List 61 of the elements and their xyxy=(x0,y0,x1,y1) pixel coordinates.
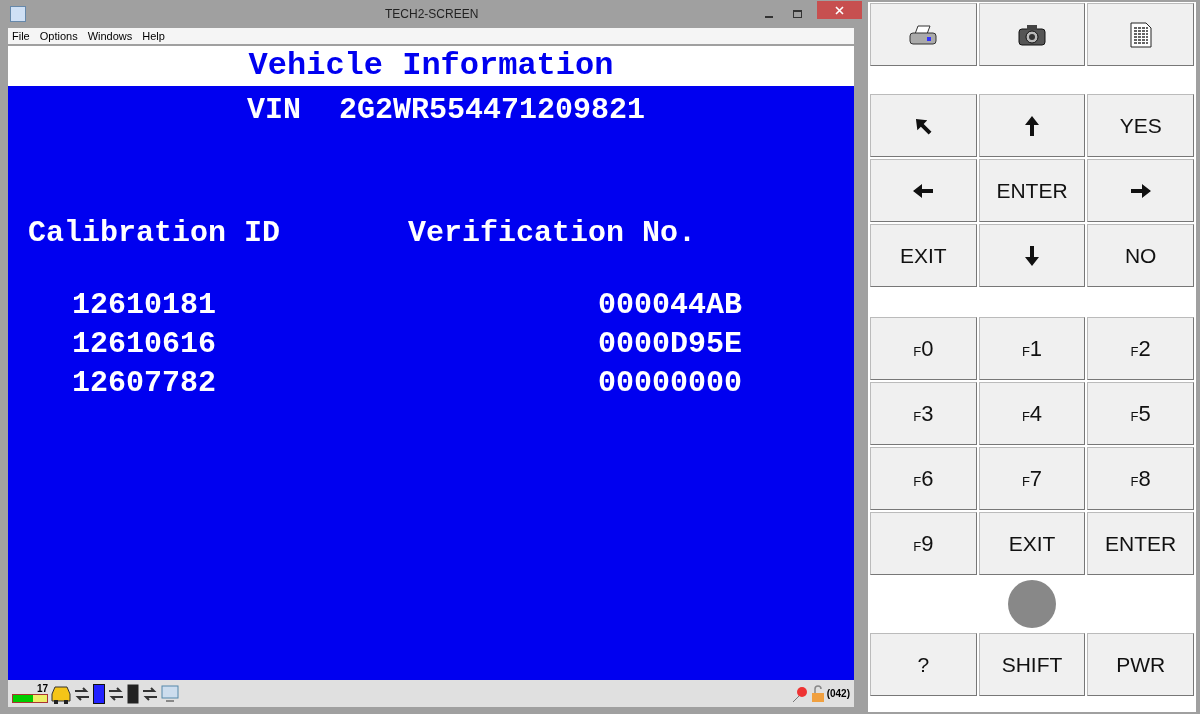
vin-label: VIN xyxy=(246,92,301,129)
keypad-key[interactable]: NO xyxy=(1087,224,1194,287)
menu-item[interactable]: Windows xyxy=(87,27,133,45)
link-arrows-icon xyxy=(74,685,90,702)
keypad-key[interactable]: F9 xyxy=(870,512,977,575)
keypad-key[interactable]: ENTER xyxy=(1087,512,1194,575)
keypad-key[interactable]: ENTER xyxy=(978,159,1086,222)
printer-button[interactable] xyxy=(870,3,977,66)
pushpin-icon xyxy=(790,684,809,703)
keypad-key[interactable]: F6 xyxy=(870,447,977,510)
column-header: Verification No. xyxy=(408,215,697,252)
keypad-key[interactable]: F2 xyxy=(1087,317,1194,380)
arrow-button[interactable] xyxy=(978,94,1086,157)
close-icon xyxy=(835,5,844,15)
keypad-key[interactable]: EXIT xyxy=(978,512,1086,575)
counter-text: (042) xyxy=(826,687,850,701)
keypad-key[interactable]: EXIT xyxy=(870,224,977,287)
calibration-id: 12610616 xyxy=(72,326,218,363)
keypad-key[interactable]: F3 xyxy=(870,382,977,445)
printer-icon xyxy=(909,23,938,46)
menu-item[interactable]: File xyxy=(12,27,30,45)
window-title: TECH2-SCREEN xyxy=(385,6,479,23)
keypad-key[interactable]: F8 xyxy=(1087,447,1194,510)
keypad-key[interactable]: PWR xyxy=(1087,633,1194,696)
keypad-key[interactable]: F5 xyxy=(1087,382,1194,445)
camera-icon xyxy=(1018,23,1046,46)
link-arrows-icon xyxy=(142,685,158,702)
verification-number: 00000000 xyxy=(598,365,743,402)
keypad-key[interactable]: F7 xyxy=(978,447,1086,510)
arrow-button[interactable] xyxy=(1087,159,1194,222)
arrow-button[interactable] xyxy=(870,159,977,222)
keypad-key[interactable]: F4 xyxy=(978,382,1086,445)
keypad-key[interactable]: ? xyxy=(870,633,977,696)
close-button[interactable] xyxy=(817,1,862,19)
car-icon xyxy=(51,683,71,704)
vin-value: 2G2WR554471209821 xyxy=(338,92,646,129)
screen-header: Vehicle Information xyxy=(248,46,614,86)
signal-count: 17 xyxy=(36,684,48,694)
calibration-id: 12610181 xyxy=(72,287,218,324)
document-button[interactable] xyxy=(1087,3,1194,66)
arrow-button[interactable] xyxy=(978,224,1086,287)
menu-item[interactable]: Options xyxy=(39,27,78,45)
link-arrows-icon xyxy=(108,685,124,702)
round-button[interactable] xyxy=(1008,580,1056,628)
maximize-icon[interactable] xyxy=(793,10,802,18)
menu-item[interactable]: Help xyxy=(142,27,165,45)
app-icon xyxy=(10,6,26,22)
padlock-icon xyxy=(810,684,825,703)
arrow-button[interactable] xyxy=(870,94,977,157)
column-header: Calibration ID xyxy=(28,215,282,252)
verification-number: 0000D95E xyxy=(598,326,743,363)
verification-number: 000044AB xyxy=(598,287,743,324)
keypad-key[interactable]: SHIFT xyxy=(978,633,1086,696)
keypad-key[interactable]: F1 xyxy=(978,317,1086,380)
calibration-id: 12607782 xyxy=(72,365,218,402)
monitor-icon xyxy=(161,684,179,703)
document-icon xyxy=(1129,21,1152,48)
keypad-key[interactable]: F0 xyxy=(870,317,977,380)
battery-gauge-icon xyxy=(12,694,48,703)
camera-button[interactable] xyxy=(978,3,1086,66)
keypad-key[interactable]: YES xyxy=(1087,94,1194,157)
